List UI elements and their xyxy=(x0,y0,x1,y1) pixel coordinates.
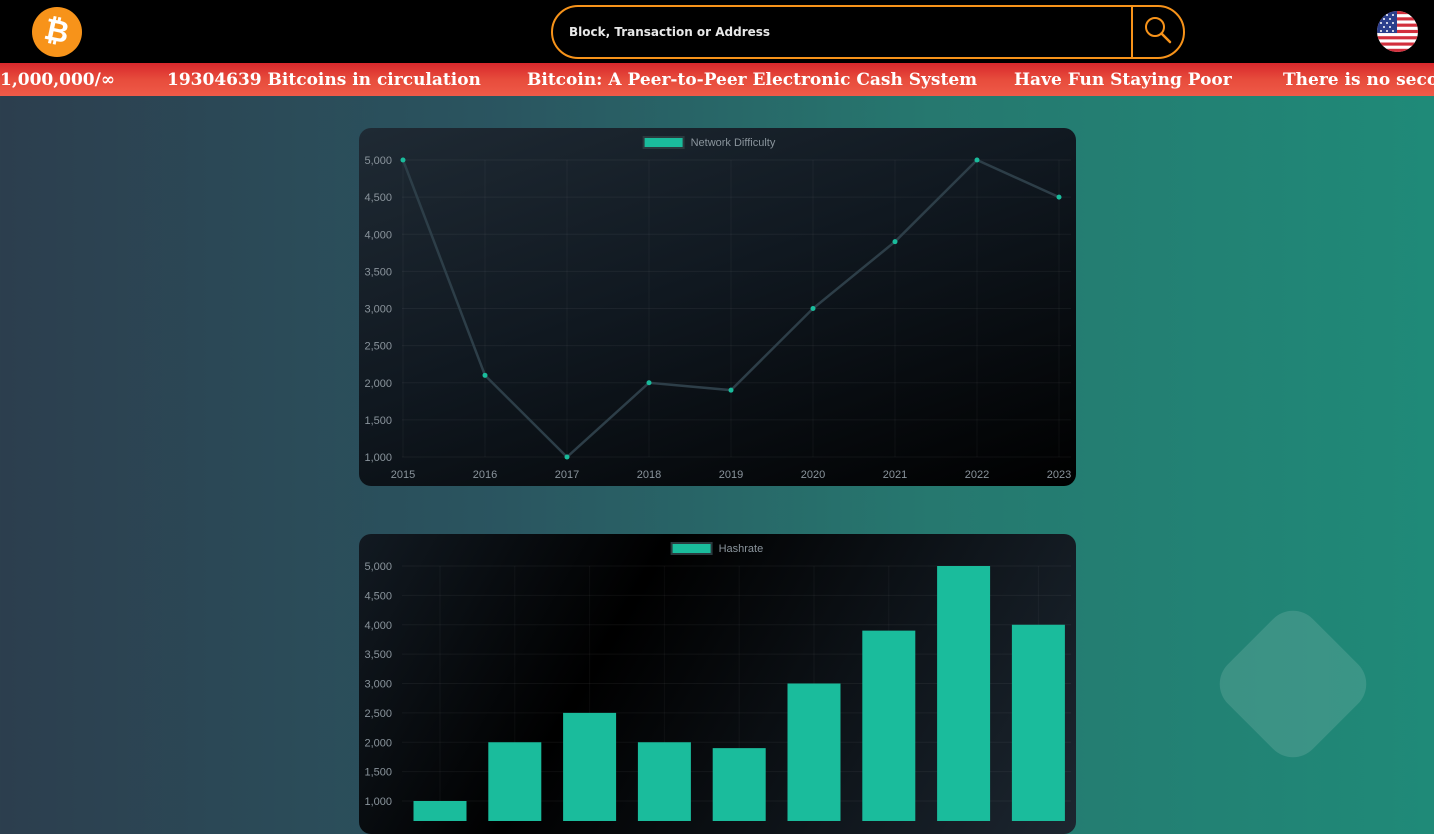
y-tick-label: 2,500 xyxy=(364,708,392,720)
x-tick-label: 2017 xyxy=(555,469,579,481)
x-tick-label: 2016 xyxy=(473,469,497,481)
y-tick-label: 5,000 xyxy=(364,155,392,167)
y-tick-label: 3,500 xyxy=(364,649,392,661)
y-tick-label: 2,500 xyxy=(364,341,392,353)
data-point[interactable] xyxy=(728,387,734,393)
hashrate-chart-svg: 5,000 4,500 4,000 3,500 3,000 2,500 2,000 1,500… xyxy=(364,542,1071,822)
bar[interactable] xyxy=(712,748,766,821)
decorative-shape xyxy=(1200,591,1386,777)
x-tick-label: 2020 xyxy=(801,469,825,481)
legend-label[interactable]: Network Difficulty xyxy=(691,137,776,149)
legend-swatch[interactable] xyxy=(670,542,713,555)
bar[interactable] xyxy=(563,712,617,821)
legend-swatch[interactable] xyxy=(642,136,685,149)
ticker-item: 19304639 Bitcoins in circulation xyxy=(167,70,481,90)
ticker-item: Have Fun Staying Poor xyxy=(1014,70,1232,90)
search-icon xyxy=(1143,15,1173,50)
network-difficulty-chart: 5,000 4,500 4,000 3,500 3,000 2,500 2,000 1,500… xyxy=(359,128,1076,486)
bitcoin-logo[interactable]: ₿ xyxy=(32,7,82,57)
ticker-item: 1,000,000/∞ xyxy=(0,70,116,90)
bar[interactable] xyxy=(787,683,841,822)
bar[interactable] xyxy=(488,742,542,821)
y-tick-label: 3,000 xyxy=(364,679,392,691)
hashrate-chart: 5,000 4,500 4,000 3,500 3,000 2,500 2,000 1,500… xyxy=(359,534,1076,834)
search-box xyxy=(551,5,1185,59)
us-flag-icon xyxy=(1377,11,1418,52)
x-tick-label: 2023 xyxy=(1047,469,1071,481)
x-tick-label: 2021 xyxy=(883,469,907,481)
y-tick-label: 1,000 xyxy=(364,796,392,808)
data-point[interactable] xyxy=(646,380,652,386)
y-tick-label: 1,000 xyxy=(364,452,392,464)
data-point[interactable] xyxy=(810,306,816,311)
language-selector[interactable] xyxy=(1377,11,1418,52)
bar[interactable] xyxy=(862,630,916,821)
network-difficulty-chart-svg: 5,000 4,500 4,000 3,500 3,000 2,500 2,000 1,500… xyxy=(364,136,1071,481)
news-ticker: 1,000,000/∞ 19304639 Bitcoins in circula… xyxy=(0,63,1434,96)
y-tick-label: 3,500 xyxy=(364,266,392,278)
data-point[interactable] xyxy=(892,239,898,245)
data-point[interactable] xyxy=(1056,194,1062,200)
y-tick-label: 4,500 xyxy=(364,192,392,204)
y-tick-label: 1,500 xyxy=(364,767,392,779)
legend-label[interactable]: Hashrate xyxy=(719,543,764,555)
y-tick-label: 1,500 xyxy=(364,415,392,427)
x-tick-label: 2015 xyxy=(391,469,415,481)
data-point[interactable] xyxy=(482,372,488,378)
search-input[interactable] xyxy=(553,7,1131,57)
data-point[interactable] xyxy=(564,454,570,460)
y-tick-label: 4,000 xyxy=(364,229,392,241)
y-tick-label: 5,000 xyxy=(364,561,392,573)
y-tick-label: 4,000 xyxy=(364,620,392,632)
y-tick-label: 4,500 xyxy=(364,590,392,602)
bitcoin-icon: ₿ xyxy=(41,11,72,52)
bar[interactable] xyxy=(413,801,467,821)
x-tick-label: 2019 xyxy=(719,469,743,481)
top-navigation-bar: ₿ xyxy=(0,0,1434,63)
bar[interactable] xyxy=(937,566,991,821)
y-tick-label: 2,000 xyxy=(364,737,392,749)
search-button[interactable] xyxy=(1131,7,1183,57)
x-tick-label: 2022 xyxy=(965,469,989,481)
svg-text:₿: ₿ xyxy=(42,13,72,47)
bar[interactable] xyxy=(1011,624,1065,821)
x-tick-label: 2018 xyxy=(637,469,661,481)
bar[interactable] xyxy=(637,742,691,821)
data-point[interactable] xyxy=(400,157,406,163)
y-tick-label: 2,000 xyxy=(364,378,392,390)
data-point[interactable] xyxy=(974,157,980,163)
y-tick-label: 3,000 xyxy=(364,304,392,316)
ticker-item: There is no second best xyxy=(1283,70,1434,90)
ticker-item: Bitcoin: A Peer-to-Peer Electronic Cash … xyxy=(527,70,978,90)
